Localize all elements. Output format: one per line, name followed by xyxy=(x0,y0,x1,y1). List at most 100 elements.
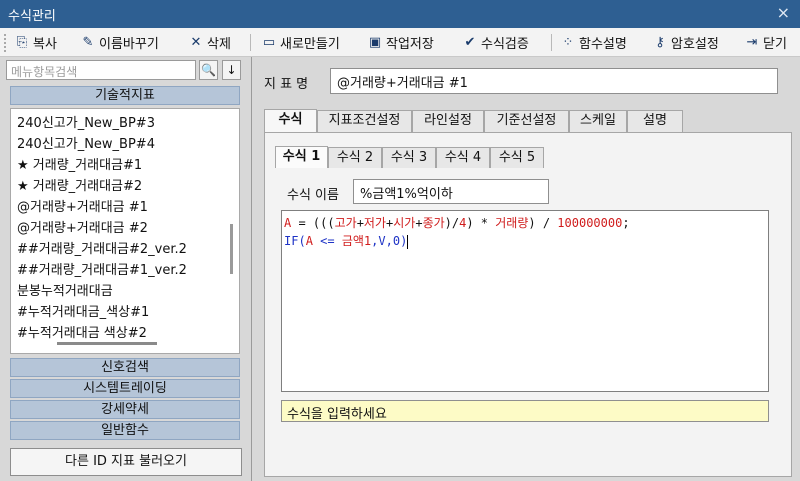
rename-button[interactable]: ✎ 이름바꾸기 xyxy=(80,32,159,53)
formula-name-field[interactable]: %금액1%억이하 xyxy=(353,179,549,204)
password-label: 암호설정 xyxy=(671,37,719,52)
code-op: ; xyxy=(622,216,630,230)
close-button[interactable]: ⇥ 닫기 xyxy=(744,32,787,53)
close-label: 닫기 xyxy=(763,37,787,52)
function-help-icon: ⁘ xyxy=(562,35,574,50)
password-button[interactable]: ⚷ 암호설정 xyxy=(652,32,719,53)
code-op: ) * xyxy=(466,216,496,230)
tab-scale[interactable]: 스케일 xyxy=(569,110,627,132)
code-op: ) xyxy=(400,234,408,248)
list-item[interactable]: ##거래량_거래대금#2_ver.2 xyxy=(17,238,187,257)
code-term: 저가 xyxy=(363,216,387,230)
verify-formula-button[interactable]: ✔ 수식검증 xyxy=(462,32,529,53)
code-keyword: IF xyxy=(284,234,299,248)
verify-formula-label: 수식검증 xyxy=(481,37,529,52)
code-arg: V xyxy=(378,234,386,248)
delete-icon: ✕ xyxy=(190,35,202,50)
category-strong-weak[interactable]: 강세약세 xyxy=(10,400,240,419)
code-op: = ((( xyxy=(291,216,335,230)
copy-label: 복사 xyxy=(33,37,57,52)
tab-baseline-settings[interactable]: 기준선설정 xyxy=(484,110,569,132)
search-icon[interactable]: 🔍 xyxy=(199,60,218,80)
new-document-icon: ▭ xyxy=(262,35,276,50)
list-item[interactable]: 분봉누적거래대금 xyxy=(17,280,113,299)
delete-label: 삭제 xyxy=(207,37,231,52)
category-system-trading[interactable]: 시스템트레이딩 xyxy=(10,379,240,398)
list-item[interactable]: #누적거래대금_색상#1 xyxy=(17,301,149,320)
vertical-scrollbar[interactable] xyxy=(230,224,233,274)
indicator-name-label: 지 표 명 xyxy=(264,77,309,92)
save-work-label: 작업저장 xyxy=(386,37,434,52)
copy-icon: ⎘ xyxy=(16,35,28,50)
formula-name-label: 수식 이름 xyxy=(287,188,339,203)
exit-icon: ⇥ xyxy=(746,35,758,50)
category-signal-search[interactable]: 신호검색 xyxy=(10,358,240,377)
new-label: 새로만들기 xyxy=(280,37,340,52)
subtab-formula-3[interactable]: 수식 3 xyxy=(382,147,436,168)
code-op: <= xyxy=(312,234,342,248)
code-term: 고가 xyxy=(334,216,357,230)
subtab-formula-2[interactable]: 수식 2 xyxy=(328,147,382,168)
function-help-button[interactable]: ⁘ 함수설명 xyxy=(560,32,627,53)
tab-formula[interactable]: 수식 xyxy=(264,109,317,133)
code-op: )/ xyxy=(444,216,460,230)
code-term: 종가 xyxy=(422,216,445,230)
list-item[interactable]: @거래량+거래대금 #2 xyxy=(17,217,148,236)
delete-button[interactable]: ✕ 삭제 xyxy=(188,32,231,53)
download-icon[interactable]: ↓ xyxy=(222,60,241,80)
rename-icon: ✎ xyxy=(82,35,94,50)
code-line-1: A = (((고가+저가+시가+종가)/4) * 거래량) / 10000000… xyxy=(284,214,766,232)
horizontal-scrollbar[interactable] xyxy=(57,342,157,345)
window-title: 수식관리 xyxy=(8,9,56,24)
code-term: 거래량 xyxy=(495,216,529,230)
input-hint: 수식을 입력하세요 xyxy=(281,400,769,422)
subtab-formula-1[interactable]: 수식 1 xyxy=(275,146,328,168)
tab-line-settings[interactable]: 라인설정 xyxy=(412,110,484,132)
copy-button[interactable]: ⎘ 복사 xyxy=(14,32,57,53)
list-item-selected[interactable]: @거래량+거래대금 #1 xyxy=(17,196,148,215)
code-line-2: IF(A <= 금액1,V,0) xyxy=(284,232,766,250)
formula-editor[interactable]: A = (((고가+저가+시가+종가)/4) * 거래량) / 10000000… xyxy=(281,210,769,392)
new-button[interactable]: ▭ 새로만들기 xyxy=(261,32,340,53)
toolbar-separator xyxy=(250,34,251,51)
code-op: ( xyxy=(298,234,306,248)
key-icon: ⚷ xyxy=(655,35,665,50)
checkmark-icon: ✔ xyxy=(464,35,476,50)
close-window-icon[interactable]: × xyxy=(777,3,790,22)
right-panel: 지 표 명 @거래량+거래대금 #1 수식 지표조건설정 라인설정 기준선설정 … xyxy=(252,57,800,481)
load-other-id-button[interactable]: 다른 ID 지표 불러오기 xyxy=(10,448,242,476)
tab-condition-settings[interactable]: 지표조건설정 xyxy=(317,110,412,132)
save-icon: ▣ xyxy=(368,35,382,50)
left-panel: 메뉴항목검색 🔍 ↓ 기술적지표 240신고가_New_BP#3 240신고가_… xyxy=(0,57,251,481)
indicator-list[interactable]: 240신고가_New_BP#3 240신고가_New_BP#4 ★ 거래량_거래… xyxy=(10,108,240,354)
code-op: , xyxy=(385,234,393,248)
title-bar: 수식관리 × xyxy=(0,0,800,28)
list-item[interactable]: 240신고가_New_BP#3 xyxy=(17,112,155,131)
list-item[interactable]: ★ 거래량_거래대금#1 xyxy=(17,154,142,173)
list-item[interactable]: ##거래량_거래대금#1_ver.2 xyxy=(17,259,187,278)
list-item[interactable]: #누적거래대금 색상#2 xyxy=(17,322,147,341)
subtab-formula-4[interactable]: 수식 4 xyxy=(436,147,490,168)
code-number: 100000000 xyxy=(557,216,623,230)
indicator-name-field[interactable]: @거래량+거래대금 #1 xyxy=(330,68,778,94)
code-var: A xyxy=(305,234,313,248)
category-general-functions[interactable]: 일반함수 xyxy=(10,421,240,440)
list-item[interactable]: 240신고가_New_BP#4 xyxy=(17,133,155,152)
code-op: + xyxy=(415,216,423,230)
code-op: ) / xyxy=(528,216,558,230)
list-item[interactable]: ★ 거래량_거래대금#2 xyxy=(17,175,142,194)
subtab-formula-5[interactable]: 수식 5 xyxy=(490,147,544,168)
rename-label: 이름바꾸기 xyxy=(99,37,159,52)
code-term: 시가 xyxy=(393,216,416,230)
toolbar-separator xyxy=(551,34,552,51)
code-arg: 0 xyxy=(392,234,401,248)
code-op: + xyxy=(356,216,364,230)
menu-search-input[interactable]: 메뉴항목검색 xyxy=(6,60,196,80)
code-function: 금액1 xyxy=(341,234,372,248)
save-work-button[interactable]: ▣ 작업저장 xyxy=(367,32,434,53)
text-caret xyxy=(407,234,409,249)
toolbar: ⎘ 복사 ✎ 이름바꾸기 ✕ 삭제 ▭ 새로만들기 ▣ 작업저장 ✔ 수식검증 … xyxy=(0,28,800,57)
category-technical-indicators[interactable]: 기술적지표 xyxy=(10,86,240,105)
function-help-label: 함수설명 xyxy=(579,37,627,52)
tab-description[interactable]: 설명 xyxy=(627,110,683,132)
